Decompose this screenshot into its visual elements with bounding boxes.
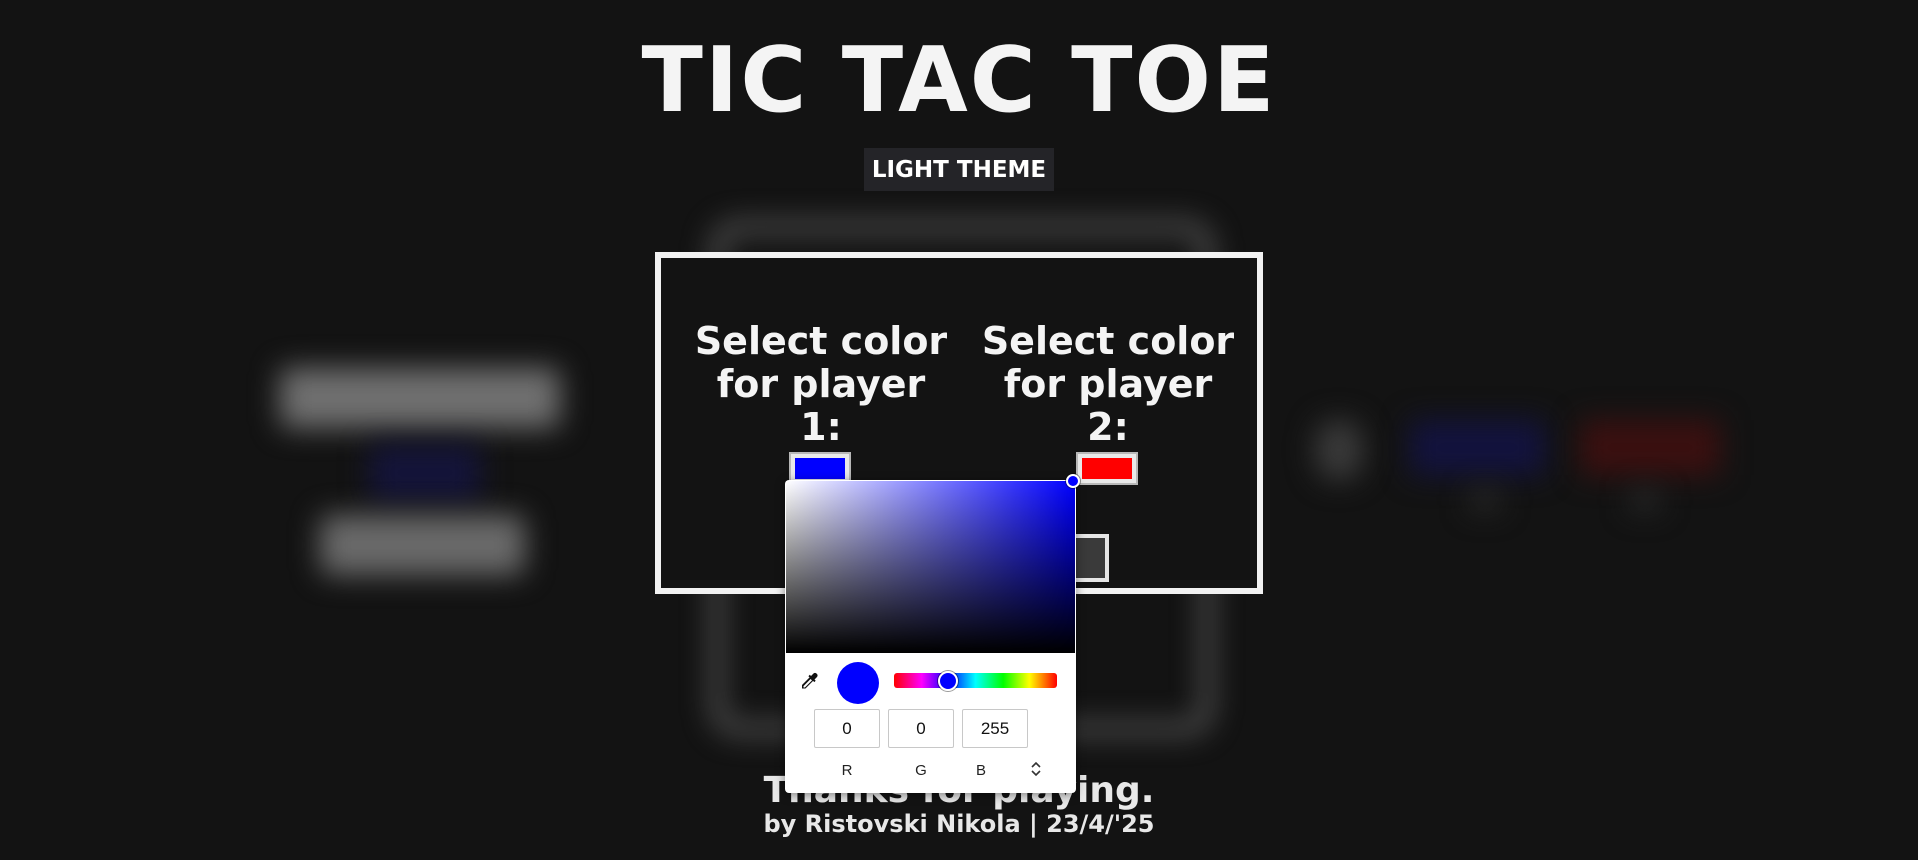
page-title: TIC TAC TOE — [641, 28, 1277, 133]
player1-color-swatch — [795, 458, 845, 479]
blue-channel-input[interactable] — [962, 709, 1028, 748]
red-channel-input[interactable] — [814, 709, 880, 748]
color-picker-popup: R G B — [785, 474, 1080, 793]
blurred-caption-2 — [1630, 490, 1660, 510]
blurred-turn-indicator — [1315, 420, 1363, 480]
saturation-brightness-area[interactable] — [786, 474, 1080, 653]
eyedropper-icon[interactable] — [797, 670, 821, 694]
blurred-button — [320, 515, 525, 575]
player2-color-swatch — [1082, 458, 1132, 479]
blurred-player1-swatch — [370, 445, 480, 500]
blurred-caption-1 — [1470, 490, 1500, 510]
blurred-player-label — [280, 368, 560, 428]
hue-slider-handle[interactable] — [937, 671, 958, 691]
player1-color-heading: Select color for player 1: — [694, 319, 948, 449]
saturation-brightness-handle[interactable] — [1066, 474, 1080, 488]
blue-channel-label: B — [975, 762, 986, 779]
hue-slider[interactable] — [894, 673, 1057, 688]
theme-toggle-button[interactable]: LIGHT THEME — [864, 148, 1054, 191]
red-channel-label: R — [841, 762, 853, 779]
green-channel-input[interactable] — [888, 709, 954, 748]
author-credit: by Ristovski Nikola | 23/4/'25 — [763, 810, 1155, 838]
up-down-chevron-icon[interactable] — [1027, 759, 1045, 779]
blurred-red-swatch — [1580, 420, 1720, 475]
player2-color-input[interactable] — [1076, 452, 1138, 485]
green-channel-label: G — [915, 762, 927, 779]
player2-color-heading: Select color for player 2: — [981, 319, 1235, 449]
blurred-blue-swatch — [1410, 420, 1545, 475]
color-preview-swatch — [837, 662, 879, 704]
